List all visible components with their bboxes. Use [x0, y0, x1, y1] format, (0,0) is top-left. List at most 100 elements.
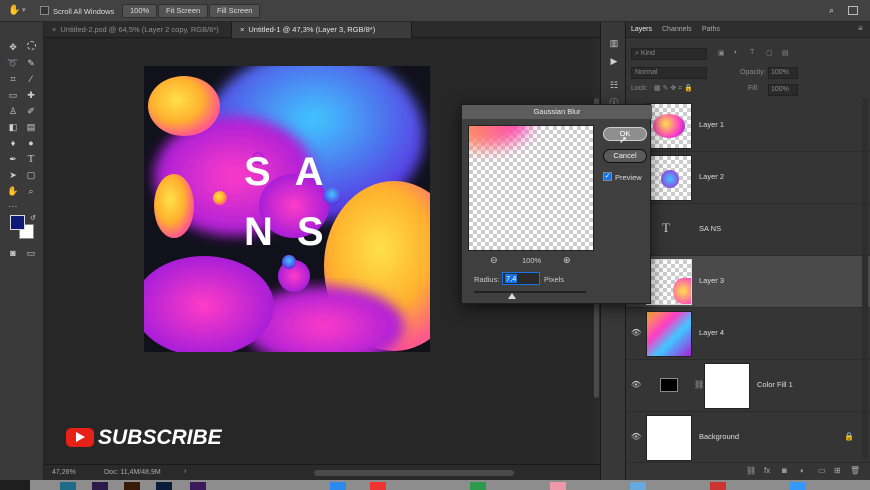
- layer-row-layer-3[interactable]: 👁 Layer 3: [626, 256, 870, 308]
- zoom-100-button[interactable]: 100%: [122, 4, 158, 18]
- hand-tool-icon[interactable]: ✋: [8, 5, 20, 16]
- radius-input[interactable]: 7,4: [502, 272, 540, 285]
- fill-screen-button[interactable]: Fill Screen: [209, 4, 261, 18]
- more-tools-icon[interactable]: ···: [6, 199, 20, 213]
- tool-preset-dropdown-icon[interactable]: ▾: [22, 6, 26, 14]
- scroll-all-windows-checkbox[interactable]: [40, 6, 49, 15]
- fill-input[interactable]: 100%: [768, 84, 798, 96]
- add-mask-icon[interactable]: ◙: [782, 466, 787, 475]
- hand-tool-icon[interactable]: ✋: [6, 184, 20, 198]
- layers-scrollbar[interactable]: [862, 98, 868, 458]
- actions-play-icon[interactable]: ▶: [607, 54, 621, 68]
- cancel-button[interactable]: Cancel: [603, 149, 647, 163]
- status-arrow-icon[interactable]: ›: [184, 468, 186, 475]
- eyedropper-tool-icon[interactable]: ⁄: [24, 72, 38, 86]
- layer-name[interactable]: Layer 3: [699, 276, 724, 285]
- stamp-tool-icon[interactable]: ♙: [6, 104, 20, 118]
- mask-link-icon[interactable]: ⛓: [694, 380, 704, 389]
- search-icon[interactable]: ⌕: [829, 5, 834, 16]
- layer-name[interactable]: Layer 2: [699, 172, 724, 181]
- new-layer-icon[interactable]: ⊞: [834, 466, 841, 475]
- blur-tool-icon[interactable]: ♦: [6, 136, 20, 150]
- pen-tool-icon[interactable]: ✒: [6, 152, 20, 166]
- quick-selection-tool-icon[interactable]: ✎: [24, 56, 38, 70]
- layer-row-layer-2[interactable]: Layer 2: [626, 152, 870, 204]
- status-zoom[interactable]: 47,26%: [52, 469, 76, 476]
- link-layers-icon[interactable]: ⛓: [746, 466, 756, 475]
- rectangle-tool-icon[interactable]: ▢: [24, 168, 38, 182]
- radius-slider-handle[interactable]: [508, 293, 516, 299]
- eraser-tool-icon[interactable]: ◧: [6, 120, 20, 134]
- filter-smart-icon[interactable]: ▤: [782, 49, 789, 57]
- history-icon[interactable]: ▥: [607, 36, 621, 50]
- move-tool-icon[interactable]: ✥: [6, 40, 20, 54]
- type-tool-icon[interactable]: T: [24, 152, 38, 166]
- panel-menu-icon[interactable]: ≡: [858, 24, 863, 33]
- tab-close-icon[interactable]: ×: [52, 25, 56, 34]
- layer-name[interactable]: Layer 4: [699, 328, 724, 337]
- lock-icon[interactable]: 🔒: [844, 432, 854, 441]
- kind-filter-row: ⌕ Kind ▣ ◐ T ▢ ▤: [626, 48, 870, 62]
- new-group-icon[interactable]: ▭: [818, 466, 826, 475]
- marquee-tool-icon[interactable]: [24, 40, 38, 54]
- tab-untitled-2[interactable]: × Untitled-2.psd @ 64,5% (Layer 2 copy, R…: [44, 22, 232, 38]
- tab-paths[interactable]: Paths: [702, 26, 720, 33]
- screen-mode-icon[interactable]: ▭: [24, 246, 38, 260]
- layer-row-layer-4[interactable]: 👁 Layer 4: [626, 308, 870, 360]
- brush-tool-icon[interactable]: ✐: [24, 104, 38, 118]
- layer-name[interactable]: SA NS: [699, 224, 721, 233]
- lock-icons[interactable]: ▦ ✎ ✥ ⌗ 🔒: [654, 84, 693, 93]
- properties-icon[interactable]: ☷: [607, 78, 621, 92]
- gradient-tool-icon[interactable]: ▤: [24, 120, 38, 134]
- zoom-in-icon[interactable]: ⊕: [563, 255, 571, 266]
- visibility-eye-icon[interactable]: 👁: [631, 328, 643, 338]
- tab-untitled-1[interactable]: × Untitled-1 @ 47,3% (Layer 3, RGB/8*): [232, 22, 412, 38]
- radius-slider-track[interactable]: [474, 291, 586, 293]
- fx-icon[interactable]: fx: [764, 466, 770, 475]
- tab-channels[interactable]: Channels: [662, 26, 692, 33]
- foreground-color-swatch[interactable]: [10, 215, 25, 230]
- filter-type-icon[interactable]: T: [750, 49, 754, 56]
- blur-preview-pane[interactable]: [468, 125, 594, 251]
- healing-brush-icon[interactable]: ✚: [24, 88, 38, 102]
- dodge-tool-icon[interactable]: ●: [24, 136, 38, 150]
- adjustment-layer-icon[interactable]: ◐: [800, 466, 805, 475]
- preview-checkbox[interactable]: ✓: [603, 172, 612, 181]
- visibility-eye-icon[interactable]: 👁: [631, 380, 643, 390]
- crop-tool-icon[interactable]: ⌗: [6, 72, 20, 86]
- dialog-title[interactable]: Gaussian Blur: [462, 105, 652, 119]
- layer-row-color-fill-1[interactable]: 👁 ⛓ Color Fill 1: [626, 360, 870, 412]
- opacity-input[interactable]: 100%: [768, 67, 798, 79]
- filter-shape-icon[interactable]: ▢: [766, 49, 773, 57]
- path-selection-icon[interactable]: ➤: [6, 168, 20, 182]
- frame-tool-icon[interactable]: ▭: [6, 88, 20, 102]
- tab-layers[interactable]: Layers: [631, 26, 652, 33]
- visibility-eye-icon[interactable]: 👁: [631, 432, 643, 442]
- layer-row-sa-ns[interactable]: T SA NS: [626, 204, 870, 256]
- zoom-tool-icon[interactable]: ⌕: [24, 184, 38, 198]
- layer-name[interactable]: Background: [699, 432, 739, 441]
- blend-mode-dropdown[interactable]: Normal: [631, 67, 707, 79]
- layer-name[interactable]: Layer 1: [699, 120, 724, 129]
- fill-adjustment-icon: [660, 378, 678, 392]
- trash-icon[interactable]: 🗑: [850, 466, 860, 475]
- filter-adjust-icon[interactable]: ◐: [734, 49, 738, 56]
- blend-row: Normal Opacity: 100%: [626, 67, 870, 79]
- zoom-out-icon[interactable]: ⊖: [490, 255, 498, 266]
- quick-mask-icon[interactable]: ◙: [6, 246, 20, 260]
- layer-thumbnail: [646, 259, 692, 305]
- layer-name[interactable]: Color Fill 1: [757, 380, 793, 389]
- lasso-tool-icon[interactable]: ➰: [6, 56, 20, 70]
- kind-filter-dropdown[interactable]: ⌕ Kind: [631, 48, 707, 60]
- layer-row-layer-1[interactable]: Layer 1: [626, 100, 870, 152]
- fill-label: Fill:: [748, 85, 759, 92]
- preview-label: Preview: [615, 173, 642, 182]
- fit-screen-button[interactable]: Fit Screen: [158, 4, 209, 18]
- swap-colors-icon[interactable]: ↺: [30, 214, 36, 222]
- layer-row-background[interactable]: 👁 Background 🔒: [626, 412, 870, 464]
- lock-label: Lock:: [631, 85, 648, 92]
- tab-close-icon[interactable]: ×: [240, 25, 244, 34]
- horizontal-scrollbar[interactable]: [314, 470, 514, 476]
- workspace-icon[interactable]: [848, 6, 858, 15]
- filter-pixel-icon[interactable]: ▣: [718, 49, 725, 57]
